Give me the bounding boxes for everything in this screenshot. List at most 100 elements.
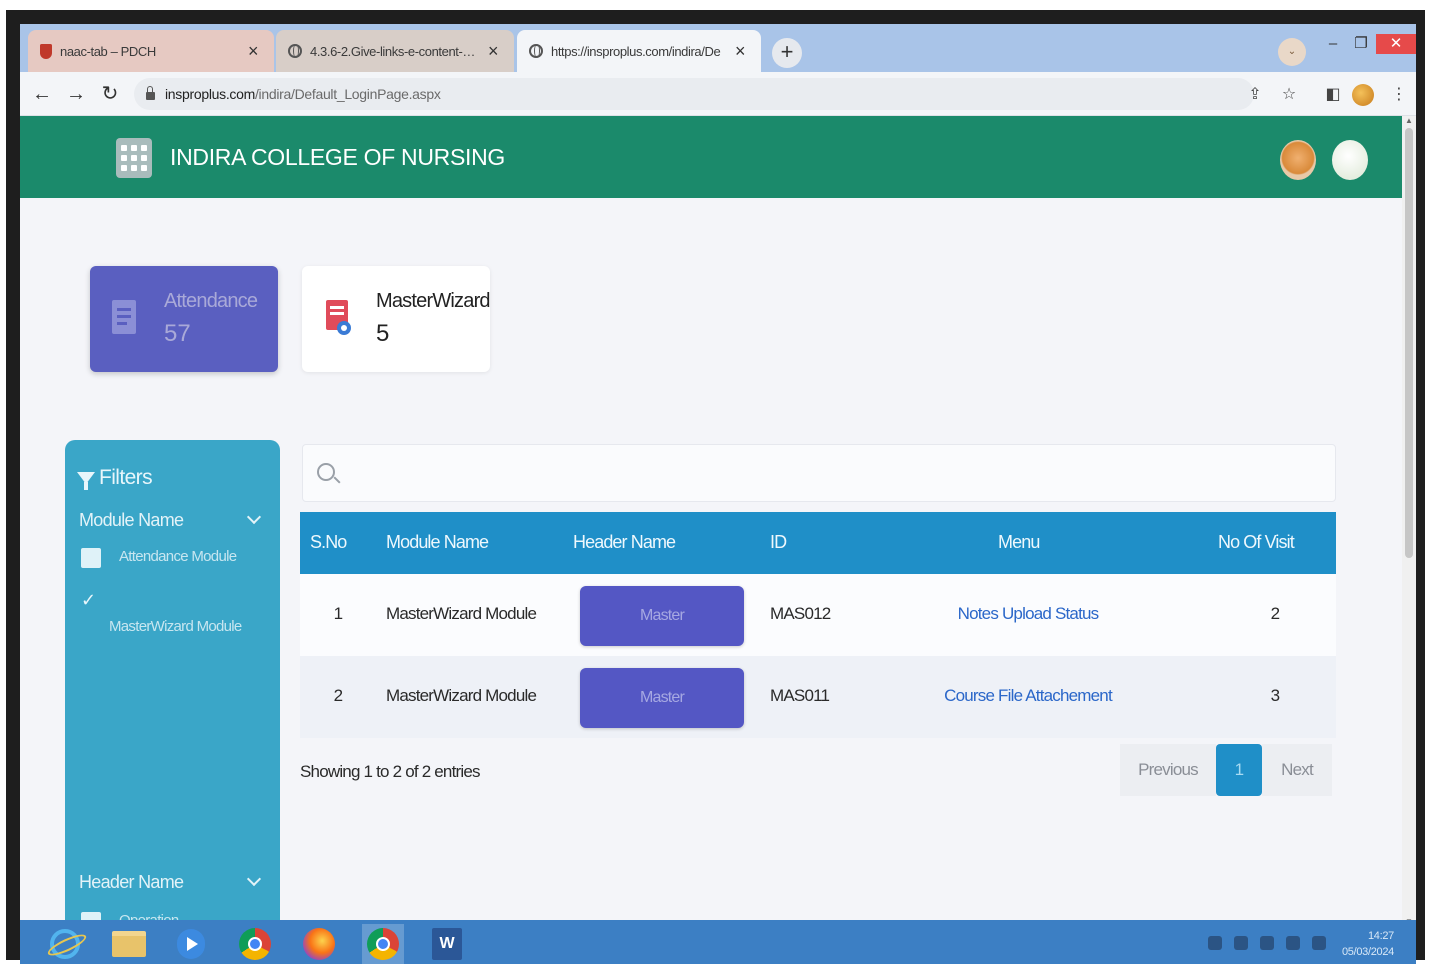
tab-close-icon[interactable]: × [244,41,262,62]
lock-icon [146,86,155,100]
notification-avatar[interactable] [1332,140,1368,180]
bluetooth-icon[interactable] [1234,936,1248,950]
apps-grid-icon[interactable] [116,138,152,178]
search-icon [317,463,335,481]
profile-avatar-icon[interactable] [1352,84,1374,106]
column-header-menu[interactable]: Menu [998,532,1040,553]
master-button[interactable]: Master [580,586,744,646]
filter-group-header-name[interactable]: Header Name [79,871,262,893]
taskbar-clock[interactable]: 14:27 05/03/2024 [1342,928,1394,960]
globe-icon [288,44,302,58]
column-header-header-name[interactable]: Header Name [573,532,676,553]
language-icon[interactable] [1312,936,1326,950]
filter-option-label: Attendance Module [119,548,237,565]
master-button[interactable]: Master [580,668,744,728]
page-title: INDIRA COLLEGE OF NURSING [170,144,506,170]
shield-icon [40,43,52,59]
search-input[interactable] [347,455,1307,491]
firefox-icon[interactable] [298,924,340,964]
visits-table: S.No Module Name Header Name ID Menu No … [300,512,1336,738]
url-path: /indira/Default_LoginPage.aspx [254,86,441,102]
chevron-down-icon [246,871,262,887]
file-explorer-icon[interactable] [108,924,150,964]
forward-arrow-icon[interactable]: → [64,82,88,106]
star-icon[interactable]: ☆ [1278,84,1300,106]
column-header-no-of-visit[interactable]: No Of Visit [1218,532,1295,553]
previous-page-button[interactable]: Previous [1120,744,1216,796]
cell-module-name: MasterWizard Module [386,604,537,623]
menu-link[interactable]: Notes Upload Status [900,604,1156,624]
media-player-icon[interactable] [170,924,212,964]
checkbox[interactable] [81,548,101,568]
cell-id: MAS011 [770,686,830,705]
pagination: Previous 1 Next [1120,744,1332,796]
internet-explorer-icon[interactable] [44,924,86,964]
scroll-up-icon[interactable]: ▲ [1405,116,1413,125]
close-window-button[interactable]: ✕ [1376,34,1416,54]
cell-id: MAS012 [770,604,831,623]
volume-icon[interactable] [1286,936,1300,950]
page-1-button[interactable]: 1 [1216,744,1262,796]
card-count: 57 [164,320,191,347]
table-row: 1 MasterWizard Module Master MAS012 Note… [300,574,1336,656]
kebab-menu-icon[interactable]: ⋮ [1388,84,1410,106]
table-row: 2 MasterWizard Module Master MAS011 Cour… [300,656,1336,738]
filter-group-module-name[interactable]: Module Name [79,509,262,531]
card-label: MasterWizard [376,290,491,312]
cell-visits: 2 [1270,604,1280,623]
document-icon [112,300,136,334]
share-icon[interactable]: ⇪ [1244,84,1266,106]
minimize-button[interactable]: – [1320,34,1346,54]
network-icon[interactable] [1208,936,1222,950]
card-count: 5 [376,320,390,347]
column-header-module-name[interactable]: Module Name [386,532,489,553]
chevron-down-icon [246,509,262,525]
browser-tab-naac[interactable]: naac-tab – PDCH × [28,30,274,72]
user-avatar[interactable] [1280,140,1316,180]
cell-sno: 2 [333,686,343,705]
masterwizard-card[interactable]: MasterWizard 5 [302,266,491,372]
side-panel-icon[interactable]: ◧ [1322,84,1344,106]
battery-icon[interactable] [1260,936,1274,950]
tab-close-icon[interactable]: × [731,41,749,62]
filter-option-label: MasterWizard Module [109,618,242,635]
cell-module-name: MasterWizard Module [386,686,537,705]
filter-option-attendance-module[interactable]: Attendance Module [81,548,237,568]
chrome-active-icon[interactable] [362,924,404,964]
word-icon[interactable]: W [426,924,468,964]
chevron-down-icon[interactable]: ⌄ [1278,38,1306,66]
column-header-id[interactable]: ID [770,532,787,553]
screen-frame: naac-tab – PDCH × 4.3.6-2.Give-links-e-c… [6,10,1425,964]
new-tab-button[interactable]: + [772,38,802,68]
filters-title: Filters [77,466,153,490]
next-page-button[interactable]: Next [1262,744,1332,796]
tab-close-icon[interactable]: × [484,41,502,62]
table-header: S.No Module Name Header Name ID Menu No … [300,512,1336,574]
filters-label: Filters [99,466,153,489]
clock-time: 14:27 [1367,930,1394,942]
filter-group-label: Module Name [79,510,184,530]
menu-link[interactable]: Course File Attachement [900,686,1156,706]
filters-panel: Filters Module Name Attendance Module ✓ … [65,440,280,964]
scrollbar-thumb[interactable] [1405,128,1413,558]
vertical-scrollbar[interactable]: ▲ ▼ [1402,116,1416,926]
address-bar[interactable]: insproplus.com/indira/Default_LoginPage.… [134,78,1254,110]
tab-title: naac-tab – PDCH [60,43,156,59]
maximize-button[interactable]: ❐ [1348,34,1374,54]
chrome-icon[interactable] [234,924,276,964]
back-arrow-icon[interactable]: ← [30,82,54,106]
filter-option-masterwizard-module[interactable]: ✓ MasterWizard Module [81,591,242,635]
tab-title: https://insproplus.com/indira/De [551,43,721,59]
url-host: insproplus.com [165,86,255,102]
clock-date: 05/03/2024 [1341,946,1394,958]
reload-icon[interactable]: ↻ [98,82,122,106]
browser-tab-econtent[interactable]: 4.3.6-2.Give-links-e-content-rep × [276,30,514,72]
card-label: Attendance [164,290,258,312]
column-header-sno[interactable]: S.No [310,532,347,553]
os-taskbar: W 14:27 05/03/2024 [20,920,1416,964]
attendance-card[interactable]: Attendance 57 [90,266,278,372]
search-box[interactable] [302,444,1336,502]
browser-tab-active[interactable]: https://insproplus.com/indira/De × [517,30,761,72]
checkbox-checked[interactable]: ✓ [81,591,101,612]
system-tray [1208,936,1326,950]
